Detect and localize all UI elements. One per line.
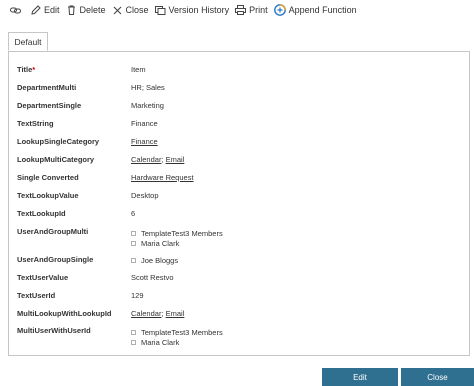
- pencil-icon: [30, 5, 41, 16]
- person-item: TemplateTest3 Members: [131, 327, 223, 337]
- lookup-link[interactable]: Email: [166, 309, 185, 318]
- field-label: MultiLookupWithLookupId: [17, 309, 112, 318]
- field-value: Scott Restvo: [131, 273, 174, 282]
- form-panel: Title* Item DepartmentMulti HR; Sales De…: [8, 51, 470, 356]
- toolbar: Edit Delete Close Version History Print …: [0, 0, 474, 20]
- printer-icon: [235, 5, 247, 16]
- presence-icon: [131, 257, 136, 263]
- field-label: LookupMultiCategory: [17, 155, 95, 164]
- field-value: Finance: [131, 137, 158, 146]
- version-history-label: Version History: [168, 5, 230, 15]
- field-value: Desktop: [131, 191, 159, 200]
- tab-default-label: Default: [14, 36, 42, 47]
- delete-label: Delete: [79, 5, 106, 15]
- field-label: Title*: [17, 65, 36, 74]
- field-value: Calendar; Email: [131, 309, 184, 318]
- field-label: TextLookupId: [17, 209, 66, 218]
- print-label: Print: [249, 5, 268, 15]
- presence-icon: [131, 329, 136, 335]
- field-label: UserAndGroupSingle: [17, 255, 94, 264]
- person-item: TemplateTest3 Members: [131, 228, 223, 238]
- required-marker: *: [32, 65, 36, 74]
- lookup-link[interactable]: Calendar: [131, 309, 161, 318]
- append-function-label: Append Function: [288, 5, 357, 15]
- field-label: UserAndGroupMulti: [17, 227, 89, 236]
- person-item: Maria Clark: [131, 337, 223, 347]
- person-item: Joe Bloggs: [131, 255, 178, 265]
- edit-label: Edit: [44, 5, 60, 15]
- field-value: Joe Bloggs: [131, 255, 178, 265]
- field-value: Item: [131, 65, 146, 74]
- field-label: DepartmentSingle: [17, 101, 82, 110]
- field-value: Hardware Request: [131, 173, 194, 182]
- close-label: Close: [125, 5, 149, 15]
- lookup-link[interactable]: Finance: [131, 137, 158, 146]
- trash-icon: [66, 5, 77, 16]
- presence-icon: [131, 230, 136, 236]
- field-label: LookupSingleCategory: [17, 137, 100, 146]
- tab-default[interactable]: Default: [8, 32, 48, 51]
- lookup-link[interactable]: Hardware Request: [131, 173, 194, 182]
- field-label: TextLookupValue: [17, 191, 79, 200]
- edit-footer-button[interactable]: Edit: [322, 368, 398, 386]
- field-label: TextUserValue: [17, 273, 69, 282]
- print-button[interactable]: Print: [232, 0, 271, 20]
- field-label: Single Converted: [17, 173, 79, 182]
- copy-link-button[interactable]: [7, 0, 27, 20]
- edit-button[interactable]: Edit: [27, 0, 63, 20]
- delete-button[interactable]: Delete: [63, 0, 109, 20]
- close-toolbar-button[interactable]: Close: [109, 0, 152, 20]
- lookup-link[interactable]: Calendar: [131, 155, 161, 164]
- field-label: TextString: [17, 119, 54, 128]
- field-label: MultiUserWithUserId: [17, 326, 91, 335]
- close-icon: [112, 5, 123, 16]
- field-value: Marketing: [131, 101, 164, 110]
- field-value: 129: [131, 291, 144, 300]
- history-icon: [154, 5, 166, 16]
- presence-icon: [131, 339, 136, 345]
- field-value: HR; Sales: [131, 83, 165, 92]
- person-item: Maria Clark: [131, 238, 223, 248]
- field-value: Finance: [131, 119, 158, 128]
- footer: Edit Close: [0, 368, 474, 386]
- tab-strip: Default: [8, 32, 470, 52]
- edit-footer-label: Edit: [353, 372, 367, 382]
- append-function-button[interactable]: Append Function: [271, 0, 360, 20]
- presence-icon: [131, 240, 136, 246]
- field-value: Calendar; Email: [131, 155, 184, 164]
- field-value: TemplateTest3 Members Maria Clark: [131, 327, 223, 347]
- version-history-button[interactable]: Version History: [152, 0, 233, 20]
- field-label: DepartmentMulti: [17, 83, 77, 92]
- field-value: TemplateTest3 Members Maria Clark: [131, 228, 223, 248]
- link-icon: [10, 5, 21, 16]
- append-function-icon: [273, 4, 286, 16]
- field-value: 6: [131, 209, 136, 218]
- field-label: TextUserId: [17, 291, 56, 300]
- lookup-link[interactable]: Email: [166, 155, 185, 164]
- close-footer-label: Close: [427, 372, 448, 382]
- close-footer-button[interactable]: Close: [401, 368, 474, 386]
